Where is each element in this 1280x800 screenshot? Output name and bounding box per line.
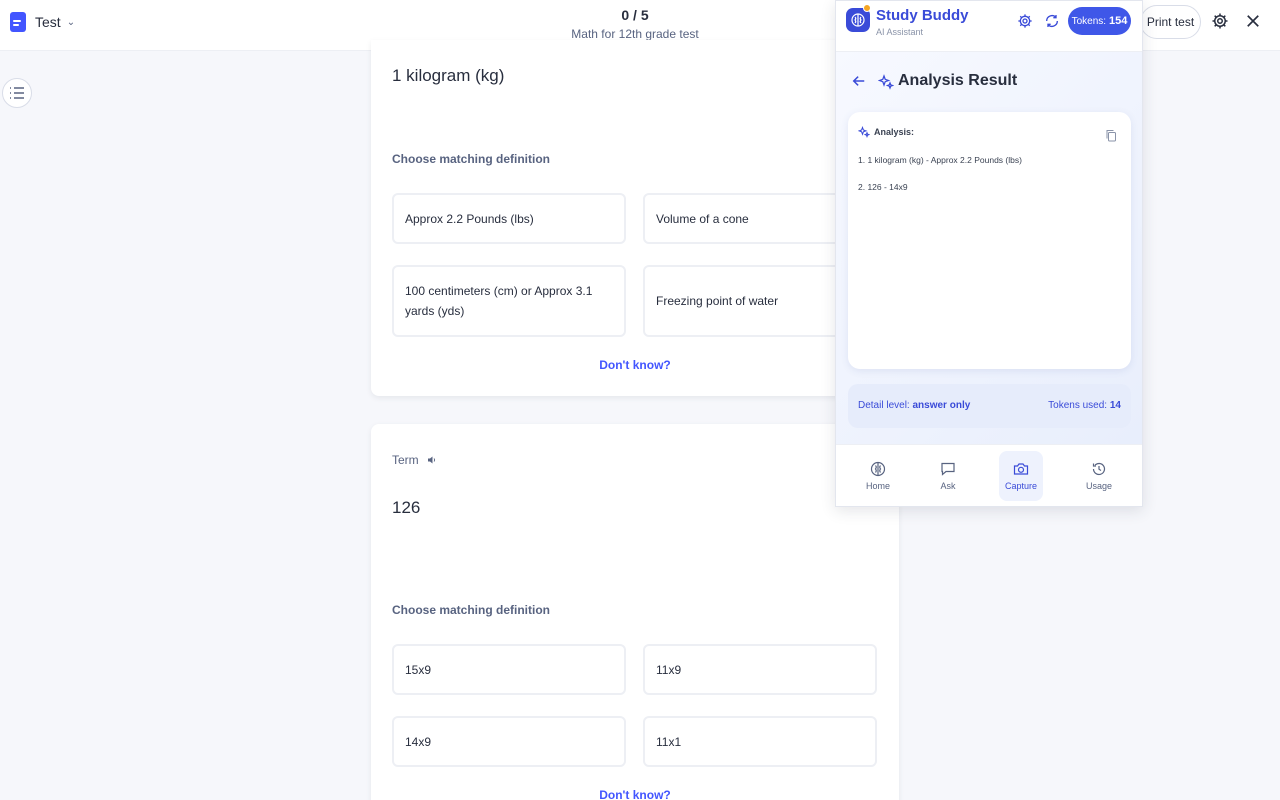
tokens-used-label: Tokens used: — [1048, 400, 1108, 411]
study-buddy-panel: Study Buddy AI Assistant Tokens: 154 Ana… — [835, 0, 1143, 507]
nav-ask-label: Ask — [940, 481, 956, 491]
answer-option[interactable]: 14x9 — [392, 716, 626, 767]
analysis-result-title: Analysis Result — [898, 72, 1018, 89]
term-label: Term — [392, 453, 437, 467]
analysis-line: 1. 1 kilogram (kg) - Approx 2.2 Pounds (… — [858, 155, 1022, 165]
term-label-text: Term — [392, 453, 419, 467]
answer-option[interactable]: 11x1 — [643, 716, 877, 767]
nav-usage-label: Usage — [1085, 481, 1112, 491]
copy-icon[interactable] — [1105, 129, 1117, 142]
settings-gear-icon[interactable] — [1211, 12, 1229, 30]
print-test-button[interactable]: Print test — [1140, 5, 1201, 39]
buddy-settings-icon[interactable] — [1017, 13, 1033, 29]
close-icon[interactable] — [1244, 12, 1262, 30]
question-card-1: 1 kilogram (kg) Choose matching definiti… — [371, 40, 899, 396]
question-list-button[interactable] — [2, 78, 32, 108]
detail-level-value: answer only — [912, 400, 971, 411]
analysis-card: Analysis: 1. 1 kilogram (kg) - Approx 2.… — [848, 112, 1131, 369]
brain-icon — [870, 461, 886, 477]
analysis-line: 2. 126 - 14x9 — [858, 182, 908, 192]
speaker-icon[interactable] — [427, 455, 437, 465]
detail-level: Detail level: answer only — [858, 400, 970, 411]
dont-know-link[interactable]: Don't know? — [371, 788, 899, 800]
question-card-2: Term 126 Choose matching definition 15x9… — [371, 424, 899, 800]
history-icon — [1092, 462, 1106, 476]
study-buddy-body: Analysis Result Analysis: 1. 1 kilogram … — [836, 52, 1142, 444]
nav-ask[interactable]: Ask — [926, 451, 970, 501]
detail-level-label: Detail level: — [858, 400, 910, 411]
choose-definition-label: Choose matching definition — [392, 603, 550, 617]
sparkle-icon — [858, 126, 870, 138]
study-buddy-subtitle: AI Assistant — [876, 27, 924, 37]
nav-home[interactable]: Home — [856, 451, 900, 501]
sparkle-icon — [878, 74, 894, 90]
tokens-badge[interactable]: Tokens: 154 — [1068, 7, 1131, 35]
nav-capture[interactable]: Capture — [999, 451, 1043, 501]
analysis-label: Analysis: — [874, 127, 915, 137]
choose-definition-label: Choose matching definition — [392, 152, 550, 166]
nav-home-label: Home — [865, 481, 890, 491]
study-buddy-header: Study Buddy AI Assistant Tokens: 154 — [836, 1, 1142, 52]
back-arrow-icon[interactable] — [852, 74, 866, 88]
analysis-info-bar: Detail level: answer only Tokens used: 1… — [848, 384, 1131, 428]
study-buddy-nav: Home Ask Capture Usage — [836, 444, 1142, 506]
chat-icon — [941, 462, 955, 476]
dont-know-link[interactable]: Don't know? — [371, 358, 899, 372]
tokens-value: 154 — [1109, 15, 1128, 27]
notification-dot — [863, 4, 871, 12]
nav-capture-label: Capture — [1004, 481, 1038, 491]
refresh-icon[interactable] — [1044, 13, 1060, 29]
tokens-label: Tokens: — [1071, 15, 1107, 27]
nav-usage[interactable]: Usage — [1077, 451, 1121, 501]
answer-option[interactable]: 15x9 — [392, 644, 626, 695]
camera-icon — [1013, 463, 1029, 475]
study-buddy-title: Study Buddy — [876, 7, 969, 24]
answer-option[interactable]: 100 centimeters (cm) or Approx 3.1 yards… — [392, 265, 626, 337]
list-icon — [10, 87, 24, 99]
term-value: 1 kilogram (kg) — [392, 66, 505, 85]
term-value: 126 — [392, 498, 421, 517]
answer-option[interactable]: Approx 2.2 Pounds (lbs) — [392, 193, 626, 244]
tokens-used: Tokens used: 14 — [1048, 400, 1121, 411]
tokens-used-value: 14 — [1109, 400, 1121, 411]
answer-option[interactable]: 11x9 — [643, 644, 877, 695]
